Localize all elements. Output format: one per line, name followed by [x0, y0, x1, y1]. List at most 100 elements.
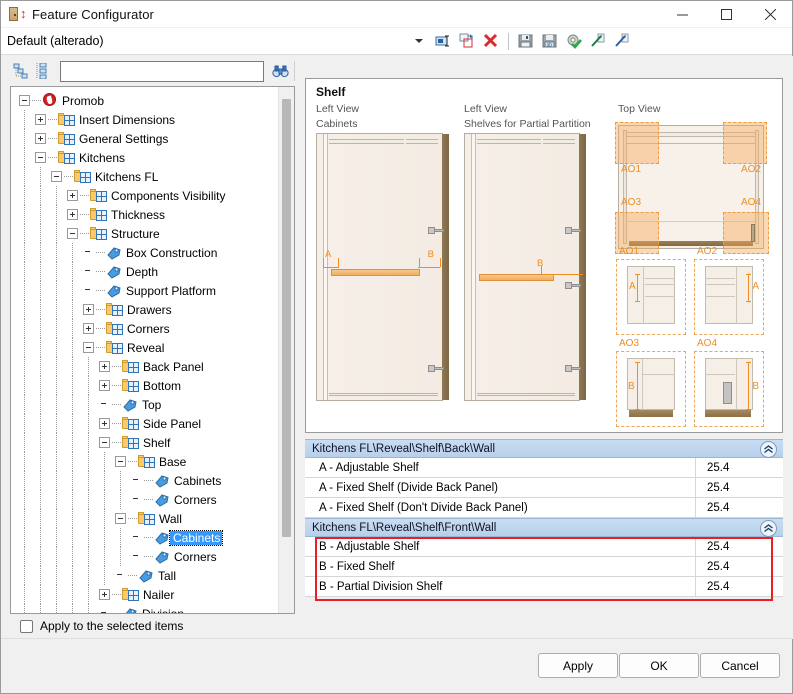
tree-guide-line	[40, 262, 41, 281]
tree-guide-line	[88, 585, 89, 604]
property-value[interactable]: 25.4	[695, 536, 783, 557]
property-row[interactable]: B - Fixed Shelf 25.4	[305, 556, 783, 577]
expand-icon[interactable]	[99, 361, 110, 372]
tree-guide-line	[40, 471, 41, 490]
property-value[interactable]: 25.4	[695, 497, 783, 518]
collapse-icon[interactable]	[115, 456, 126, 467]
property-row[interactable]: A - Fixed Shelf (Don't Divide Back Panel…	[305, 497, 783, 518]
expand-icon[interactable]	[35, 114, 46, 125]
tree-item-thickness[interactable]: Thickness	[11, 205, 279, 224]
expand-icon[interactable]	[99, 418, 110, 429]
property-value[interactable]: 25.4	[695, 556, 783, 577]
expand-icon[interactable]	[35, 133, 46, 144]
tree-item-insert-dimensions[interactable]: Insert Dimensions	[11, 110, 279, 129]
collapse-icon[interactable]	[83, 342, 94, 353]
tree-guide-line	[72, 243, 73, 262]
minimize-icon[interactable]	[660, 1, 704, 28]
tree-item-kitchens-fl[interactable]: Kitchens FL	[11, 167, 279, 186]
tree-vertical-scrollbar[interactable]	[278, 87, 294, 613]
property-group-header[interactable]: Kitchens FL\Reveal\Shelf\Back\Wall	[305, 439, 783, 458]
collapse-icon[interactable]	[51, 171, 62, 182]
property-grid: Kitchens FL\Reveal\Shelf\Back\Wall A - Ad…	[305, 439, 783, 621]
collapse-icon[interactable]	[99, 437, 110, 448]
tree-guide-line	[40, 167, 41, 186]
preset-combo[interactable]: Default (alterado)	[5, 28, 431, 54]
expand-icon[interactable]	[83, 304, 94, 315]
chevron-up-icon[interactable]	[760, 441, 777, 458]
tree-item-corners[interactable]: Corners	[11, 319, 279, 338]
property-row[interactable]: A - Adjustable Shelf 25.4	[305, 457, 783, 478]
dimension-label-b: B	[427, 249, 434, 260]
tree-item-nailer[interactable]: Nailer	[11, 585, 279, 604]
tree-guide-line	[72, 319, 73, 338]
tree-item-label: Reveal	[127, 340, 165, 355]
tree-item-division[interactable]: Division	[11, 604, 279, 613]
chevron-up-icon[interactable]	[760, 520, 777, 537]
scrollbar-thumb[interactable]	[282, 99, 291, 537]
maximize-icon[interactable]	[704, 1, 748, 28]
tree-guide-line	[24, 490, 25, 509]
tree-item-kitchens[interactable]: Kitchens	[11, 148, 279, 167]
expand-all-icon[interactable]	[10, 60, 32, 82]
close-icon[interactable]	[748, 1, 792, 28]
tree-item-bottom[interactable]: Bottom	[11, 376, 279, 395]
property-row[interactable]: B - Partial Division Shelf 25.4	[305, 576, 783, 597]
delete-icon[interactable]	[480, 30, 502, 52]
expand-icon[interactable]	[67, 190, 78, 201]
tree-item-components-visibility[interactable]: Components Visibility	[11, 186, 279, 205]
tree-item-shelf[interactable]: Shelf	[11, 433, 279, 452]
property-value[interactable]: 25.4	[695, 477, 783, 498]
property-row[interactable]: A - Fixed Shelf (Divide Back Panel) 25.4	[305, 477, 783, 498]
property-value[interactable]: 25.4	[695, 457, 783, 478]
tree-item-box-construction[interactable]: Box Construction	[11, 243, 279, 262]
expand-icon[interactable]	[83, 323, 94, 334]
tree-item-cabinets[interactable]: Cabinets	[11, 471, 279, 490]
duplicate-icon[interactable]	[456, 30, 478, 52]
tree-item-depth[interactable]: Depth	[11, 262, 279, 281]
tree-root: Promob Insert Dimensions General Settings K…	[11, 87, 279, 613]
ok-button[interactable]: OK	[619, 653, 699, 678]
tree-item-side-panel[interactable]: Side Panel	[11, 414, 279, 433]
tree-view[interactable]: Promob Insert Dimensions General Settings K…	[10, 86, 295, 614]
collapse-icon[interactable]	[19, 95, 30, 106]
export-icon[interactable]	[587, 30, 609, 52]
tree-item-drawers[interactable]: Drawers	[11, 300, 279, 319]
tree-item-general-settings[interactable]: General Settings	[11, 129, 279, 148]
property-value[interactable]: 25.4	[695, 576, 783, 597]
expand-icon[interactable]	[99, 380, 110, 391]
save-icon[interactable]	[515, 30, 537, 52]
collapse-icon[interactable]	[115, 513, 126, 524]
expand-icon[interactable]	[67, 209, 78, 220]
tree-item-corners[interactable]: Corners	[11, 490, 279, 509]
binoculars-icon[interactable]	[269, 60, 291, 82]
tree-item-promob[interactable]: Promob	[11, 91, 279, 110]
tree-item-base[interactable]: Base	[11, 452, 279, 471]
apply-settings-icon[interactable]	[563, 30, 585, 52]
expand-icon[interactable]	[99, 589, 110, 600]
property-row[interactable]: B - Adjustable Shelf 25.4	[305, 536, 783, 557]
tree-connector	[144, 537, 153, 538]
tree-item-structure[interactable]: Structure	[11, 224, 279, 243]
save-as-icon[interactable]: ab	[539, 30, 561, 52]
cancel-button[interactable]: Cancel	[700, 653, 780, 678]
tree-item-wall[interactable]: Wall	[11, 509, 279, 528]
collapse-icon[interactable]	[67, 228, 78, 239]
tree-item-top[interactable]: Top	[11, 395, 279, 414]
rename-icon[interactable]	[432, 30, 454, 52]
apply-selected-checkbox-row[interactable]: Apply to the selected items	[20, 619, 183, 633]
tree-item-support-platform[interactable]: Support Platform	[11, 281, 279, 300]
collapse-icon[interactable]	[35, 152, 46, 163]
import-icon[interactable]	[611, 30, 633, 52]
tree-item-tall[interactable]: Tall	[11, 566, 279, 585]
tree-item-back-panel[interactable]: Back Panel	[11, 357, 279, 376]
apply-selected-checkbox[interactable]	[20, 619, 33, 633]
folder-icon	[90, 207, 107, 222]
tree-item-corners[interactable]: Corners	[11, 547, 279, 566]
search-input[interactable]	[60, 60, 264, 82]
tree-item-cabinets[interactable]: Cabinets	[11, 528, 279, 547]
tree-item-reveal[interactable]: Reveal	[11, 338, 279, 357]
apply-button[interactable]: Apply	[538, 653, 618, 678]
tree-guide-line	[24, 528, 25, 547]
property-group-header[interactable]: Kitchens FL\Reveal\Shelf\Front\Wall	[305, 518, 783, 537]
collapse-all-icon[interactable]	[32, 60, 54, 82]
